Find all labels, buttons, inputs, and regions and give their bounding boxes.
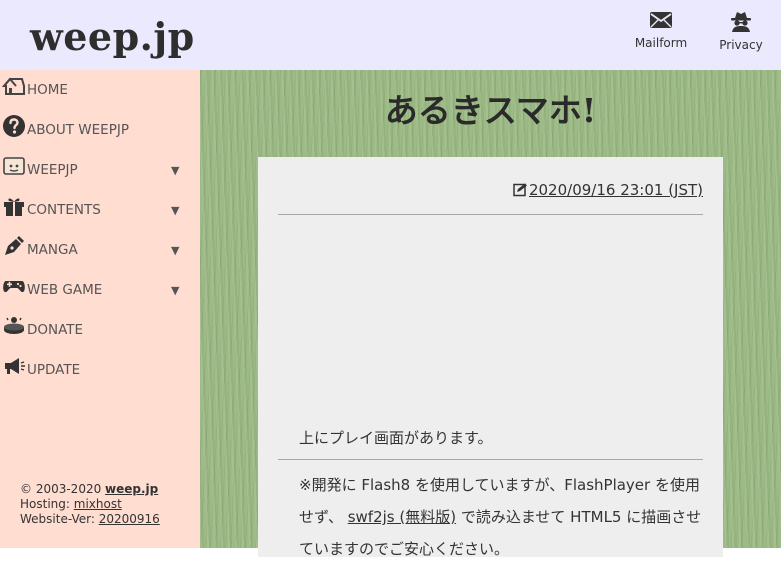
gamepad-icon bbox=[3, 281, 25, 293]
version-link[interactable]: 20200916 bbox=[99, 512, 160, 526]
gift-icon bbox=[4, 198, 24, 216]
site-logo[interactable]: weep.jp bbox=[30, 14, 195, 59]
hosting-link[interactable]: mixhost bbox=[74, 497, 122, 511]
chevron-down-icon[interactable]: ▼ bbox=[171, 244, 179, 257]
edit-icon bbox=[513, 183, 527, 197]
envelope-icon bbox=[650, 12, 672, 28]
article-card: 2020/09/16 23:01 (JST) 上にプレイ画面があります。 ※開発… bbox=[258, 157, 723, 558]
donate-icon bbox=[4, 317, 24, 334]
sidebar-item-donate[interactable]: DONATE bbox=[0, 312, 200, 348]
privacy-button[interactable]: Privacy bbox=[706, 10, 776, 52]
sidebar-nav: HOME ABOUT WEEPJP WEEPJP ▼ CONTENTS ▼ MA… bbox=[0, 70, 200, 548]
sidebar-item-update[interactable]: UPDATE bbox=[0, 352, 200, 388]
swf2js-link[interactable]: swf2js (無料版) bbox=[348, 508, 456, 526]
version-line: Website-Ver: 20200916 bbox=[20, 512, 160, 527]
sidebar-item-label: DONATE bbox=[27, 322, 84, 338]
copyright-text: © 2003-2020 bbox=[20, 482, 106, 496]
sidebar-item-label: UPDATE bbox=[27, 362, 81, 378]
hosting-line: Hosting: mixhost bbox=[20, 497, 160, 512]
face-icon bbox=[3, 157, 25, 175]
sidebar-item-home[interactable]: HOME bbox=[0, 72, 200, 108]
post-date-link[interactable]: 2020/09/16 23:01 (JST) bbox=[529, 181, 703, 199]
sidebar-item-label: MANGA bbox=[27, 242, 78, 258]
spy-icon bbox=[731, 12, 751, 32]
chevron-down-icon[interactable]: ▼ bbox=[171, 284, 179, 297]
sidebar-item-label: HOME bbox=[27, 82, 68, 98]
pen-nib-icon bbox=[5, 236, 24, 255]
article-body: ※開発に Flash8 を使用していますが、FlashPlayer を使用せず、… bbox=[299, 469, 704, 565]
main-content: あるきスマホ! 2020/09/16 23:01 (JST) 上にプレイ画面があ… bbox=[200, 70, 781, 558]
copyright-line: © 2003-2020 weep.jp bbox=[20, 482, 160, 497]
sidebar-item-label: WEB GAME bbox=[27, 282, 103, 298]
sidebar-item-label: WEEPJP bbox=[27, 162, 78, 178]
sidebar-item-label: CONTENTS bbox=[27, 202, 101, 218]
sidebar-item-contents[interactable]: CONTENTS ▼ bbox=[0, 192, 200, 228]
sidebar-item-web-game[interactable]: WEB GAME ▼ bbox=[0, 272, 200, 308]
mailform-button[interactable]: Mailform bbox=[626, 10, 696, 50]
play-area-note: 上にプレイ画面があります。 bbox=[299, 429, 493, 447]
site-footer-info: © 2003-2020 weep.jp Hosting: mixhost Web… bbox=[20, 482, 160, 527]
chevron-down-icon[interactable]: ▼ bbox=[171, 204, 179, 217]
house-icon bbox=[2, 77, 25, 95]
version-text: Website-Ver: bbox=[20, 512, 99, 526]
page-title: あるきスマホ! bbox=[384, 91, 597, 130]
post-date: 2020/09/16 23:01 (JST) bbox=[513, 181, 703, 199]
sidebar-item-about[interactable]: ABOUT WEEPJP bbox=[0, 112, 200, 148]
chevron-down-icon[interactable]: ▼ bbox=[171, 164, 179, 177]
sidebar-item-weepjp[interactable]: WEEPJP ▼ bbox=[0, 152, 200, 188]
megaphone-icon bbox=[5, 358, 25, 374]
site-header: weep.jp Mailform Privacy bbox=[0, 0, 781, 70]
copyright-link[interactable]: weep.jp bbox=[105, 482, 158, 496]
privacy-label: Privacy bbox=[719, 38, 763, 52]
mailform-label: Mailform bbox=[634, 36, 688, 50]
divider bbox=[278, 459, 703, 460]
hosting-text: Hosting: bbox=[20, 497, 74, 511]
question-circle-icon bbox=[3, 115, 25, 137]
sidebar-item-label: ABOUT WEEPJP bbox=[27, 122, 129, 138]
sidebar-item-manga[interactable]: MANGA ▼ bbox=[0, 232, 200, 268]
divider bbox=[278, 214, 703, 215]
